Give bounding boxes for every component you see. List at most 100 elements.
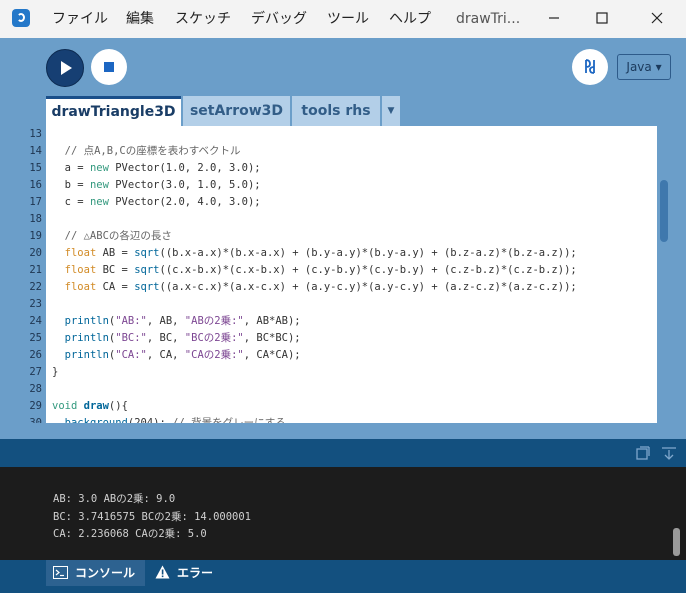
code-token: float (64, 281, 97, 293)
clear-console-icon[interactable] (636, 446, 650, 460)
code-token: PVector(3.0, 1.0, 5.0); (108, 179, 261, 191)
code-token: b = (52, 179, 90, 191)
code-token: } (52, 366, 59, 378)
line-number: 26 (29, 349, 42, 361)
maximize-icon (596, 12, 608, 24)
stop-button[interactable] (91, 49, 127, 85)
menu-sketch[interactable]: スケッチ (175, 0, 231, 38)
code-token: (){ (108, 400, 128, 412)
code-line: } (52, 364, 58, 381)
code-token: new (89, 179, 109, 191)
code-line: a = new PVector(1.0, 2.0, 3.0); (52, 160, 261, 177)
editor-console-divider[interactable] (0, 423, 686, 439)
code-token: "ABの2乗:" (184, 315, 244, 327)
editor-scroll-track (657, 126, 686, 423)
code-line: b = new PVector(3.0, 1.0, 5.0); (52, 177, 261, 194)
code-token: float (64, 247, 97, 259)
code-line: float CA = sqrt((a.x-c.x)*(a.x-c.x) + (a… (52, 279, 577, 296)
console-line: CA: 2.236068 CAの2乗: 5.0 (53, 528, 207, 540)
line-number-gutter: 13 14 15 16 17 18 19 20 21 22 23 24 25 26 27 28 29 30 (0, 126, 46, 423)
line-number: 18 (29, 213, 42, 225)
maximize-button[interactable] (579, 0, 625, 38)
editor-scrollbar[interactable] (660, 180, 668, 242)
code-token: , BC, (146, 332, 185, 344)
run-button[interactable] (46, 49, 84, 87)
menu-edit[interactable]: 編集 (126, 0, 154, 38)
menu-bar: ファイル 編集 スケッチ デバッグ ツール ヘルプ drawTri... (0, 0, 686, 38)
window-title: drawTri... (456, 11, 521, 27)
terminal-icon (53, 566, 68, 579)
code-token: "AB:" (115, 315, 147, 327)
code-token: ((c.x-b.x)*(c.x-b.x) + (c.y-b.y)*(c.y-b.… (159, 264, 577, 276)
processing-logo-icon (12, 9, 30, 27)
code-token: CA = (96, 281, 135, 293)
code-token: sqrt (134, 281, 160, 293)
tab-drawtriangle3d[interactable]: drawTriangle3D (46, 96, 181, 126)
line-number: 16 (29, 179, 42, 191)
code-line: println("AB:", AB, "ABの2乗:", AB*AB); (52, 313, 301, 330)
line-number: 20 (29, 247, 42, 259)
line-number: 21 (29, 264, 42, 276)
debug-button[interactable] (572, 49, 608, 85)
code-token: , AB*AB); (243, 315, 301, 327)
code-token: , AB, (146, 315, 185, 327)
minimize-icon (549, 17, 559, 19)
console-output: AB: 3.0 ABの2乗: 9.0 BC: 3.7416575 BCの2乗: … (0, 467, 686, 560)
line-number: 13 (29, 128, 42, 140)
scroll-down-icon[interactable] (662, 446, 676, 460)
console-tab-label: コンソール (75, 566, 136, 580)
tab-setarrow3d[interactable]: setArrow3D (183, 96, 290, 126)
mode-selector[interactable]: Java ▾ (617, 54, 671, 80)
code-line: println("CA:", CA, "CAの2乗:", CA*CA); (52, 347, 301, 364)
code-line: background(204); // 背景をグレーにする (52, 415, 286, 423)
tab-tools-rhs[interactable]: tools rhs (292, 96, 380, 126)
code-token: , CA*CA); (243, 349, 301, 361)
code-line: // 点A,B,Cの座標を表わすベクトル (52, 143, 241, 160)
debugger-icon (585, 59, 595, 74)
code-token: sqrt (134, 264, 160, 276)
code-line: // △ABCの各辺の長さ (52, 228, 172, 245)
code-token: c = (52, 196, 90, 208)
line-number: 17 (29, 196, 42, 208)
chevron-down-icon: ▼ (387, 106, 395, 116)
code-token: PVector(2.0, 4.0, 3.0); (108, 196, 261, 208)
code-token: println (64, 315, 109, 327)
line-number: 22 (29, 281, 42, 293)
code-token: sqrt (134, 247, 160, 259)
line-number: 29 (29, 400, 42, 412)
code-editor[interactable]: // 点A,B,Cの座標を表わすベクトル a = new PVector(1.0… (46, 126, 657, 423)
line-number: 28 (29, 383, 42, 395)
line-number: 24 (29, 315, 42, 327)
errors-tab-label[interactable]: エラー (177, 560, 213, 586)
code-line: println("BC:", BC, "BCの2乗:", BC*BC); (52, 330, 301, 347)
menu-file[interactable]: ファイル (52, 0, 108, 38)
code-line: void draw(){ (52, 398, 128, 415)
minimize-button[interactable] (531, 0, 577, 38)
code-line: float BC = sqrt((c.x-b.x)*(c.x-b.x) + (c… (52, 262, 577, 279)
code-token: // △ABCの各辺の長さ (52, 230, 172, 242)
code-token: void (52, 400, 78, 412)
close-button[interactable] (634, 0, 680, 38)
code-token: "CA:" (115, 349, 147, 361)
menu-debug[interactable]: デバッグ (251, 0, 307, 38)
warning-icon (155, 565, 170, 579)
tab-menu-button[interactable]: ▼ (382, 96, 400, 126)
code-token: "CAの2乗:" (184, 349, 244, 361)
menu-tools[interactable]: ツール (327, 0, 369, 38)
code-token: BC = (96, 264, 135, 276)
code-token: println (64, 349, 109, 361)
code-token: , CA, (146, 349, 185, 361)
line-number: 25 (29, 332, 42, 344)
menu-help[interactable]: ヘルプ (389, 0, 431, 38)
line-number: 30 (29, 417, 42, 423)
code-token: // 点A,B,Cの座標を表わすベクトル (52, 145, 241, 157)
line-number: 23 (29, 298, 42, 310)
code-token: a = (52, 162, 90, 174)
line-number: 15 (29, 162, 42, 174)
code-token: ((b.x-a.x)*(b.x-a.x) + (b.y-a.y)*(b.y-a.… (159, 247, 577, 259)
console-scrollbar[interactable] (673, 528, 680, 556)
